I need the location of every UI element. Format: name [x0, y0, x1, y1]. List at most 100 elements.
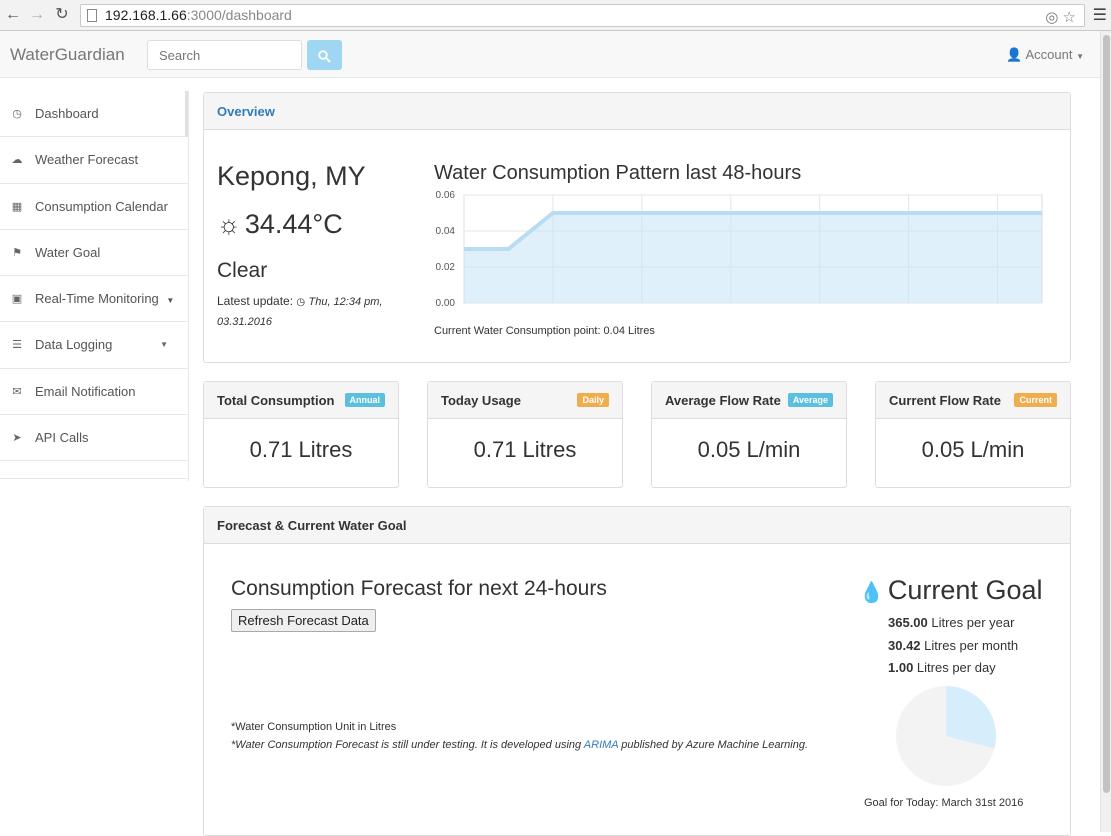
sidebar-item-api-calls[interactable]: ➤ API Calls — [0, 415, 188, 462]
url-path: :3000/dashboard — [186, 7, 292, 23]
goal-date: Goal for Today: March 31st 2016 — [864, 797, 1024, 809]
overview-heading[interactable]: Overview — [204, 93, 1070, 130]
flag-icon: ⚑ — [12, 246, 22, 259]
monitor-icon: ▣ — [11, 293, 23, 306]
brand-logo[interactable]: WaterGuardian — [10, 45, 125, 65]
browser-toolbar: ← → ↻ 192.168.1.66:3000/dashboard ◎ ☆ ☰ — [0, 0, 1111, 31]
chart-title: Water Consumption Pattern last 48-hours — [434, 162, 802, 184]
stat-today-usage: Today Usage Daily 0.71 Litres — [427, 381, 623, 488]
sidebar-item-label: Consumption Calendar — [35, 198, 168, 214]
top-navbar: WaterGuardian 👤 Account ▼ — [0, 31, 1100, 78]
current-goal-label: Current Goal — [887, 575, 1043, 605]
goal-year-value: 365.00 — [888, 615, 928, 630]
consumption-chart: 0.06 0.04 0.02 0.00 — [436, 190, 1043, 309]
bookmark-star-icon[interactable]: ◎ ☆ — [1045, 7, 1076, 28]
y-tick-label: 0.02 — [436, 262, 456, 273]
send-icon: ➤ — [12, 432, 22, 445]
latest-update-label: Latest update: — [217, 294, 294, 308]
stat-title: Current Flow Rate Current — [876, 382, 1070, 419]
goal-month-value: 30.42 — [888, 638, 921, 653]
sidebar-item-water-goal[interactable]: ⚑ Water Goal — [0, 230, 188, 277]
page-scrollbar[interactable] — [1100, 31, 1111, 832]
browser-menu-icon[interactable]: ☰ — [1093, 5, 1107, 25]
calendar-icon: ▦ — [11, 200, 23, 213]
page-icon — [87, 9, 97, 22]
stat-badge: Daily — [577, 393, 609, 407]
forecast-title: Consumption Forecast for next 24-hours — [231, 577, 607, 600]
clock-icon: ◷ — [296, 297, 306, 308]
back-icon[interactable]: ← — [4, 6, 22, 24]
forecast-note: *Water Consumption Forecast is still und… — [231, 739, 808, 751]
cloud-icon: ☁ — [11, 154, 23, 167]
sidebar-item-label: Weather Forecast — [35, 152, 139, 168]
account-menu[interactable]: 👤 Account ▼ — [1006, 47, 1084, 63]
stat-title: Today Usage Daily — [428, 382, 622, 419]
search-input[interactable] — [147, 40, 302, 70]
scrollbar-thumb[interactable] — [1103, 35, 1110, 793]
refresh-forecast-button[interactable]: Refresh Forecast Data — [231, 609, 376, 632]
stat-badge: Current — [1014, 393, 1057, 407]
sidebar-item-dashboard[interactable]: ◷ Dashboard — [0, 91, 188, 138]
sidebar-item-weather-forecast[interactable]: ☁ Weather Forecast — [0, 137, 188, 184]
caret-down-icon: ▼ — [166, 296, 175, 306]
y-tick-label: 0.04 — [436, 226, 456, 237]
goal-pie-chart — [896, 686, 996, 786]
sun-icon: ☼ — [217, 209, 241, 239]
stat-badge: Annual — [344, 393, 385, 407]
stat-total-consumption: Total Consumption Annual 0.71 Litres — [203, 381, 399, 488]
sidebar-item-data-logging[interactable]: ☰ Data Logging ▼ — [0, 322, 188, 369]
dashboard-icon: ◷ — [12, 108, 22, 120]
stat-title-text: Current Flow Rate — [889, 393, 1001, 408]
stat-title-text: Average Flow Rate — [665, 393, 781, 408]
stat-title-text: Total Consumption — [217, 393, 335, 408]
sidebar-item-real-time-monitoring[interactable]: ▣ Real-Time Monitoring ▼ — [0, 276, 188, 323]
series-area — [464, 213, 1042, 303]
caret-down-icon: ▼ — [1076, 52, 1084, 61]
stat-value: 0.05 L/min — [697, 437, 801, 462]
goal-day-label: Litres per day — [913, 660, 996, 675]
stat-current-flow-rate: Current Flow Rate Current 0.05 L/min — [875, 381, 1071, 488]
account-label: Account — [1025, 47, 1073, 62]
arima-link[interactable]: ARIMA — [584, 739, 618, 751]
reload-icon[interactable]: ↻ — [53, 6, 71, 24]
forward-icon[interactable]: → — [28, 6, 46, 24]
goal-per-day: 1.00 Litres per day — [888, 660, 996, 675]
unit-note: *Water Consumption Unit in Litres — [231, 721, 397, 733]
stat-badge: Average — [787, 393, 833, 407]
user-icon: 👤 — [1006, 47, 1023, 62]
goal-per-year: 365.00 Litres per year — [888, 615, 1014, 630]
forecast-note-text-end: published by Azure Machine Learning. — [618, 739, 809, 751]
url-host: 192.168.1.66 — [105, 7, 187, 23]
goal-per-month: 30.42 Litres per month — [888, 638, 1018, 653]
caret-down-icon: ▼ — [160, 340, 168, 350]
y-tick-label: 0.00 — [436, 298, 456, 309]
temperature-readout: ☼ 34.44°C — [217, 209, 343, 240]
sidebar-item-label: Dashboard — [35, 106, 99, 121]
sidebar-item-consumption-calendar[interactable]: ▦ Consumption Calendar — [0, 184, 188, 230]
forecast-heading: Forecast & Current Water Goal — [204, 507, 1070, 544]
sidebar-item-label: Data Logging — [35, 337, 113, 353]
chart-note: Current Water Consumption point: 0.04 Li… — [434, 325, 655, 337]
stat-average-flow-rate: Average Flow Rate Average 0.05 L/min — [651, 381, 847, 488]
sidebar-item-label: Email Notification — [35, 383, 136, 399]
water-drop-icon: 💧 — [859, 582, 884, 604]
weather-condition: Clear — [217, 259, 268, 282]
goal-year-label: Litres per year — [927, 615, 1015, 630]
search-icon — [318, 50, 331, 63]
address-bar[interactable]: 192.168.1.66:3000/dashboard ◎ ☆ — [80, 4, 1085, 27]
stat-title: Average Flow Rate Average — [652, 382, 846, 419]
forecast-note-text: *Water Consumption Forecast is still und… — [231, 739, 584, 751]
stat-value: 0.05 L/min — [921, 437, 1025, 462]
sidebar-item-label: Water Goal — [35, 244, 101, 260]
temperature-value: 34.44°C — [244, 209, 343, 239]
current-goal-title: 💧 Current Goal — [859, 575, 1042, 606]
y-tick-label: 0.06 — [436, 190, 456, 201]
stat-title-text: Today Usage — [441, 393, 521, 408]
search-button[interactable] — [307, 40, 342, 70]
sidebar-item-label: Real-Time Monitoring — [35, 291, 159, 307]
latest-update: Latest update: ◷ Thu, 12:34 pm, 03.31.20… — [217, 292, 407, 332]
sidebar-item-email-notification[interactable]: ✉ Email Notification — [0, 369, 188, 416]
goal-day-value: 1.00 — [888, 660, 914, 675]
list-icon: ☰ — [12, 339, 22, 352]
stat-value: 0.71 Litres — [473, 437, 577, 462]
